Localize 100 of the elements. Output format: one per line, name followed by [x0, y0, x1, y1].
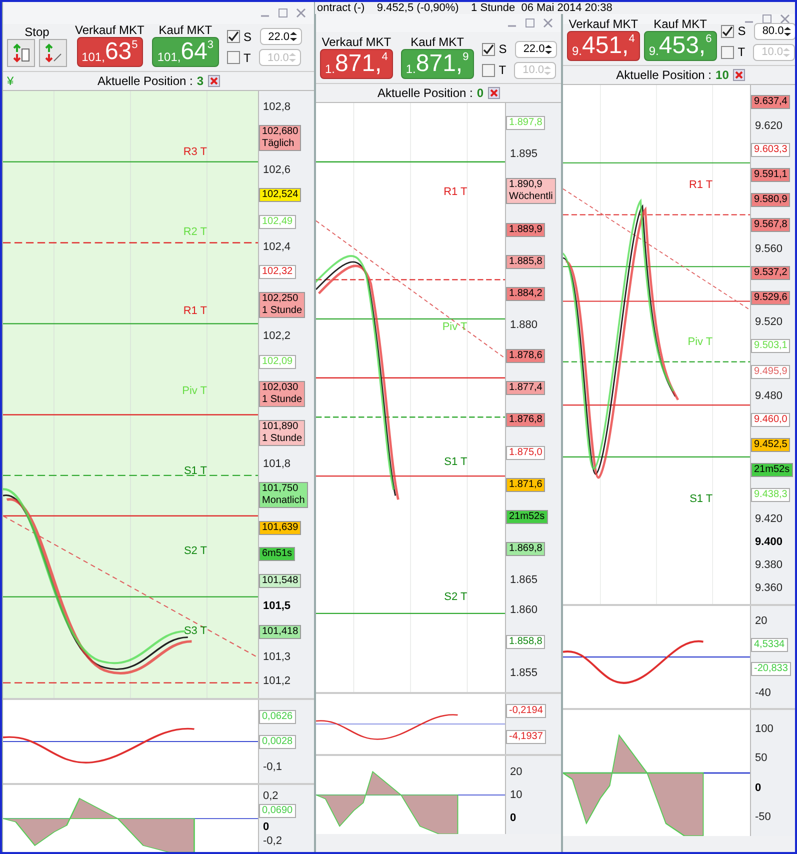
number-field[interactable]: 22.0 — [260, 28, 302, 46]
price-tag: -20,833 — [751, 662, 791, 676]
level-label: Piv T — [182, 385, 207, 398]
price-tag: 9.537,2 — [751, 266, 790, 280]
level-label: R2 T — [183, 226, 207, 238]
axis-tick-label: 101,2 — [262, 675, 292, 688]
price-tag: 102,32 — [259, 265, 296, 280]
checkbox[interactable] — [482, 42, 495, 56]
level-label: S3 T — [184, 624, 207, 637]
axis-tick-label: -50 — [754, 811, 772, 824]
window-title: ontract (-) 9.452,5 (-0,90%) 1 Stunde 06 Mai 2014 20:38 — [317, 2, 612, 14]
price-label: Verkauf MKT — [322, 35, 392, 49]
level-label: S1 T — [184, 465, 207, 478]
checkbox-label: S — [498, 41, 507, 58]
close-position-icon[interactable] — [732, 69, 745, 81]
price-label: Verkauf MKT — [75, 22, 144, 37]
level-label: R1 T — [688, 178, 713, 190]
level-label: Piv T — [442, 320, 468, 333]
price-tag: 102,680 Täglich — [259, 125, 302, 152]
price-tag: 0,0626 — [259, 710, 296, 724]
close-position-icon[interactable] — [488, 87, 500, 99]
checkbox-label: S — [244, 28, 252, 46]
position-count: 0 — [476, 85, 484, 102]
price-tag: 9.452,5 — [751, 438, 790, 452]
price-tag: 101,548 — [259, 574, 302, 588]
axis-tick-label: 1.865 — [509, 574, 539, 586]
checkbox[interactable] — [226, 51, 240, 64]
price-tag: 1.889,9 — [506, 222, 546, 237]
spinner-icon[interactable] — [290, 31, 297, 42]
level-label: S2 T — [444, 591, 468, 604]
checkbox-label: T — [738, 44, 746, 61]
axis-tick-label: 1.855 — [509, 666, 539, 679]
currency-symbol: ¥ — [7, 72, 14, 90]
level-label: R1 T — [444, 186, 468, 198]
price-tag: 1.884,2 — [506, 286, 546, 301]
price-tag: 101,890 1 Stunde — [259, 420, 306, 446]
position-count: 3 — [196, 72, 204, 90]
axis-tick-label: 1.860 — [509, 604, 539, 616]
price-tag: 21m52s — [506, 510, 548, 524]
stop-label: Stop — [24, 24, 50, 39]
axis-tick-label: 10 — [509, 788, 524, 801]
price-tag: 1.877,4 — [506, 381, 546, 396]
price-tag: 9.580,9 — [751, 192, 790, 207]
maximize-icon[interactable] — [762, 14, 772, 24]
price-label: Kauf MKT — [158, 22, 212, 37]
price-tag: 9.529,6 — [751, 291, 790, 306]
price-tag: 102,030 1 Stunde — [259, 381, 306, 408]
price-tag: 1.897,8 — [506, 116, 546, 130]
checkbox-label: T — [244, 50, 251, 67]
close-icon[interactable] — [543, 18, 553, 28]
order-arrows-icon[interactable] — [7, 38, 35, 67]
spinner-icon[interactable] — [544, 44, 552, 54]
price-tag: 9.438,3 — [751, 488, 790, 502]
axis-tick-label: 20 — [509, 766, 524, 778]
axis-tick-label: 9.620 — [754, 120, 784, 132]
price-tag: 9.503,1 — [751, 339, 790, 354]
price-tag: 9.495,9 — [751, 364, 790, 379]
price-tag: 1.875,0 — [506, 446, 546, 460]
maximize-icon[interactable] — [525, 18, 535, 28]
number-field[interactable]: 22.0 — [514, 40, 557, 58]
price-label: Verkauf MKT — [568, 17, 638, 31]
level-label: S1 T — [444, 456, 468, 468]
spinner-icon[interactable] — [784, 26, 791, 36]
axis-tick-label: 1.880 — [509, 319, 539, 332]
level-label: S1 T — [690, 492, 713, 504]
checkbox[interactable] — [720, 46, 734, 58]
price-tag: 102,524 — [259, 188, 302, 202]
price-tag: 102,250 1 Stunde — [259, 292, 306, 318]
price-tag: 9.637,4 — [751, 94, 790, 109]
checkbox-label: S — [738, 23, 746, 40]
level-label: R3 T — [183, 146, 207, 158]
price-tag: -0,2194 — [506, 704, 546, 718]
axis-tick-label: 9.480 — [754, 390, 784, 402]
position-label: Aktuelle Position : — [616, 67, 712, 84]
axis-tick-label: 102,2 — [262, 330, 292, 342]
close-icon[interactable] — [296, 8, 306, 18]
price-tag: 102,09 — [259, 354, 296, 369]
position-count: 10 — [716, 67, 729, 84]
order-arrows-icon[interactable] — [39, 38, 67, 67]
price-tag: -4,1937 — [506, 730, 546, 744]
number-field[interactable]: 80.0 — [754, 22, 795, 40]
position-label: Aktuelle Position : — [97, 72, 193, 90]
axis-tick-label: 0 — [754, 782, 762, 794]
axis-tick-label: 100 — [754, 722, 774, 735]
price-tag: 9.603,3 — [751, 142, 790, 157]
checkbox[interactable] — [720, 24, 734, 38]
axis-tick-label: 101,5 — [262, 600, 292, 612]
checkbox[interactable] — [482, 64, 495, 76]
close-position-icon[interactable] — [208, 74, 220, 87]
price-label: Kauf MKT — [410, 35, 464, 49]
axis-tick-label: 50 — [754, 752, 768, 764]
level-label: R1 T — [183, 305, 207, 318]
axis-tick-label: 101,8 — [262, 458, 292, 470]
price-label: Kauf MKT — [654, 17, 707, 31]
price-tag: 6m51s — [259, 547, 296, 562]
checkbox[interactable] — [226, 30, 240, 44]
axis-tick-label: 1.895 — [509, 148, 539, 160]
price-tag: 1.871,6 — [506, 478, 546, 492]
maximize-icon[interactable] — [278, 8, 288, 18]
price-tag: 1.878,6 — [506, 349, 546, 364]
